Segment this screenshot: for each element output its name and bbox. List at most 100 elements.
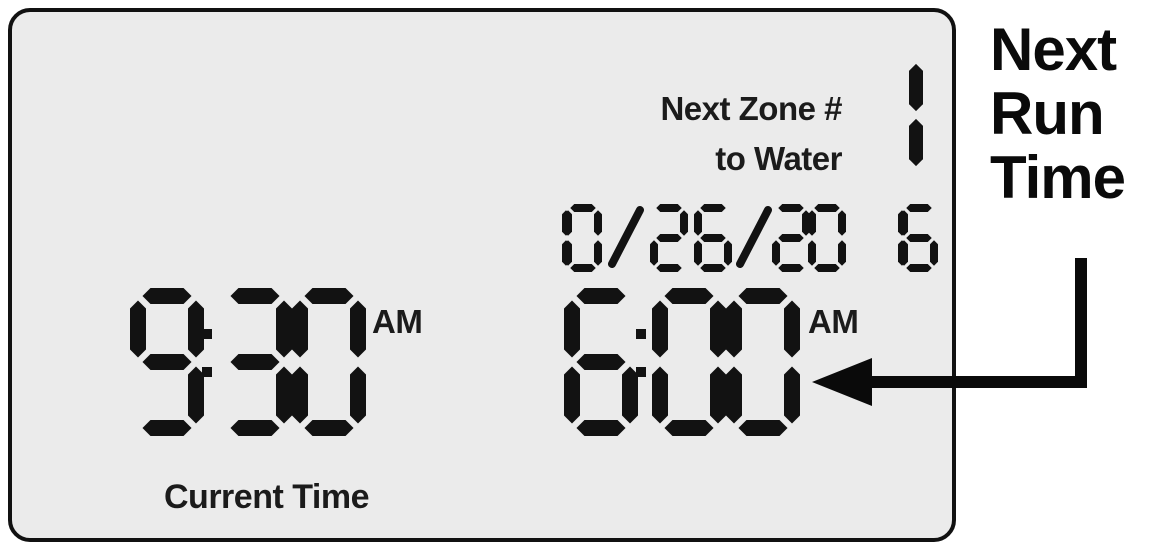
next-run-minute-tens-segment-upper-left bbox=[652, 300, 668, 358]
current-time-minute-tens-segment-middle bbox=[230, 354, 280, 370]
date-char-segment-upper-right bbox=[680, 210, 688, 236]
date-char-segment-bottom bbox=[778, 264, 804, 272]
date-char bbox=[564, 204, 602, 272]
date-char bbox=[772, 204, 810, 272]
next-run-hour-segment-lower-right bbox=[622, 366, 638, 424]
current-time-colon bbox=[202, 329, 212, 377]
date-char-segment-upper-left bbox=[808, 210, 816, 236]
colon-dot-upper bbox=[202, 329, 212, 339]
current-time-hour-digit bbox=[130, 288, 204, 436]
date-char-segment-top bbox=[814, 204, 840, 212]
date-slash bbox=[608, 206, 644, 268]
date-char-segment-top bbox=[778, 204, 804, 212]
date-char-segment-upper-right bbox=[838, 210, 846, 236]
date-char bbox=[608, 206, 644, 268]
next-run-minute-tens-segment-top bbox=[664, 288, 714, 304]
current-time-minute-tens-segment-upper-right bbox=[276, 300, 292, 358]
date-char bbox=[694, 204, 732, 272]
next-run-minute-tens-segment-lower-left bbox=[652, 366, 668, 424]
current-time-hour-segment-middle bbox=[142, 354, 192, 370]
date-char-segment-lower-left bbox=[808, 240, 816, 266]
date-char-segment-lower-right bbox=[838, 240, 846, 266]
date-char-segment-top bbox=[700, 204, 726, 212]
current-time-minute-ones-segment-upper-left bbox=[292, 300, 308, 358]
current-time-minute-ones-segment-top bbox=[304, 288, 354, 304]
date-char-segment-lower-left bbox=[694, 240, 702, 266]
callout-arrow bbox=[812, 258, 1087, 406]
current-time-hour-segment-lower-right bbox=[188, 366, 204, 424]
next-run-minute-ones-segment-lower-right bbox=[784, 366, 800, 424]
current-time-minute-tens-segment-top bbox=[230, 288, 280, 304]
date-slash bbox=[736, 206, 772, 268]
current-time-hour-segment-bottom bbox=[142, 420, 192, 436]
current-time-hour-segment-upper-right bbox=[188, 300, 204, 358]
next-zone-digit-segment-lower-right bbox=[909, 118, 923, 167]
next-run-minute-ones bbox=[726, 288, 800, 436]
date-char-segment-upper-right bbox=[594, 210, 602, 236]
date-char bbox=[900, 204, 938, 272]
date-char-segment-middle bbox=[778, 234, 804, 242]
current-time-minute-tens-segment-bottom bbox=[230, 420, 280, 436]
date-char bbox=[650, 204, 688, 272]
date-char-segment-upper-left bbox=[694, 210, 702, 236]
next-run-time-readout bbox=[564, 288, 800, 436]
date-char-segment-middle bbox=[656, 234, 682, 242]
date-char-segment-bottom bbox=[700, 264, 726, 272]
next-run-colon bbox=[636, 329, 646, 377]
date-char-segment-bottom bbox=[814, 264, 840, 272]
date-char-segment-lower-left bbox=[772, 240, 780, 266]
date-char-segment-lower-left bbox=[564, 240, 572, 266]
colon-dot-lower bbox=[202, 367, 212, 377]
current-time-readout bbox=[130, 288, 366, 436]
date-char-segment-top bbox=[656, 204, 682, 212]
date-char-segment-upper-left bbox=[564, 210, 572, 236]
next-run-hour-segment-top bbox=[576, 288, 626, 304]
date-char-segment-lower-right bbox=[594, 240, 602, 266]
next-zone-number bbox=[909, 63, 923, 167]
date-char-segment-upper-left bbox=[900, 210, 908, 236]
date-char-segment-bottom bbox=[906, 264, 932, 272]
next-run-minute-ones-segment-lower-left bbox=[726, 366, 742, 424]
current-time-hour-segment-upper-left bbox=[130, 300, 146, 358]
next-run-minute-tens-segment-lower-right bbox=[710, 366, 726, 424]
next-run-hour-segment-lower-left bbox=[564, 366, 580, 424]
date-char-segment-lower-right bbox=[930, 240, 938, 266]
date-char-segment-top bbox=[906, 204, 932, 212]
current-time-hour-segment-top bbox=[142, 288, 192, 304]
date-readout bbox=[562, 204, 938, 272]
next-zone-digit bbox=[909, 63, 923, 167]
date-char-segment-middle bbox=[700, 234, 726, 242]
date-char-segment-top bbox=[570, 204, 596, 212]
next-run-hour-segment-upper-left bbox=[564, 300, 580, 358]
date-char-segment-middle bbox=[906, 234, 932, 242]
date-char bbox=[736, 206, 772, 268]
next-run-minute-ones-segment-upper-left bbox=[726, 300, 742, 358]
current-time-minute-ones-segment-bottom bbox=[304, 420, 354, 436]
next-run-minute-ones-segment-upper-right bbox=[784, 300, 800, 358]
next-run-hour-digit bbox=[564, 288, 638, 436]
next-run-minute-ones-segment-bottom bbox=[738, 420, 788, 436]
current-time-minute-ones-segment-lower-left bbox=[292, 366, 308, 424]
date-char-segment-bottom bbox=[656, 264, 682, 272]
lcd-segment-layer bbox=[130, 63, 1087, 436]
date-char-segment-lower-right bbox=[724, 240, 732, 266]
next-run-minute-ones-segment-top bbox=[738, 288, 788, 304]
current-time-minute-ones-segment-upper-right bbox=[350, 300, 366, 358]
colon-dot-upper bbox=[636, 329, 646, 339]
current-time-minute-tens bbox=[230, 288, 292, 436]
date-char-segment-lower-left bbox=[900, 240, 908, 266]
next-run-hour-segment-bottom bbox=[576, 420, 626, 436]
current-time-minute-ones-segment-lower-right bbox=[350, 366, 366, 424]
date-char bbox=[808, 204, 846, 272]
date-char-segment-lower-left bbox=[650, 240, 658, 266]
next-run-minute-tens-segment-bottom bbox=[664, 420, 714, 436]
colon-dot-lower bbox=[636, 367, 646, 377]
next-run-hour-segment-middle bbox=[576, 354, 626, 370]
current-time-minute-ones bbox=[292, 288, 366, 436]
next-run-minute-tens-segment-upper-right bbox=[710, 300, 726, 358]
current-time-minute-tens-segment-lower-right bbox=[276, 366, 292, 424]
next-zone-digit-segment-upper-right bbox=[909, 63, 923, 112]
next-run-minute-tens bbox=[652, 288, 726, 436]
callout-arrow-line bbox=[868, 258, 1087, 388]
date-char-segment-bottom bbox=[570, 264, 596, 272]
